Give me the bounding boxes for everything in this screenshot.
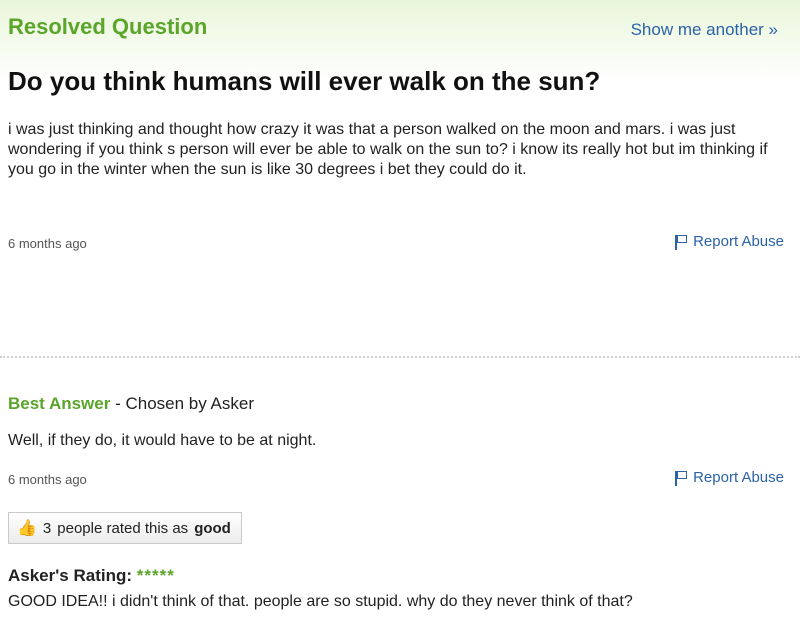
answer-report-abuse-link[interactable]: Report Abuse xyxy=(674,469,784,486)
best-answer-label: Best Answer xyxy=(8,394,111,413)
rating-count: 3 xyxy=(42,519,52,537)
chosen-by-asker: - Chosen by Asker xyxy=(110,394,254,413)
report-abuse-label: Report Abuse xyxy=(693,233,784,250)
resolved-question-label: Resolved Question xyxy=(8,14,208,39)
flag-icon xyxy=(674,470,688,486)
rating-button[interactable]: 👍 3 people rated this as good xyxy=(8,512,242,544)
answer-timestamp: 6 months ago xyxy=(8,472,87,487)
thumbs-up-icon: 👍 xyxy=(17,520,37,537)
question-report-abuse-link[interactable]: Report Abuse xyxy=(674,233,784,250)
asker-comment: GOOD IDEA!! i didn't think of that. peop… xyxy=(8,593,633,610)
show-me-another-link[interactable]: Show me another » xyxy=(631,20,778,40)
section-divider xyxy=(0,356,800,358)
question-body: i was just thinking and thought how craz… xyxy=(8,121,768,178)
question-title: Do you think humans will ever walk on th… xyxy=(8,66,601,96)
rating-value: good xyxy=(194,519,231,537)
star-rating: ***** xyxy=(136,566,175,585)
rating-text: people rated this as xyxy=(57,519,189,537)
best-answer-header: Best Answer - Chosen by Asker xyxy=(8,394,254,414)
asker-rating: Asker's Rating: ***** xyxy=(8,566,175,586)
best-answer-text: Well, if they do, it would have to be at… xyxy=(8,432,317,449)
flag-icon xyxy=(674,234,688,250)
report-abuse-label: Report Abuse xyxy=(693,469,784,486)
asker-rating-label: Asker's Rating: xyxy=(8,566,133,585)
question-timestamp: 6 months ago xyxy=(8,236,87,251)
